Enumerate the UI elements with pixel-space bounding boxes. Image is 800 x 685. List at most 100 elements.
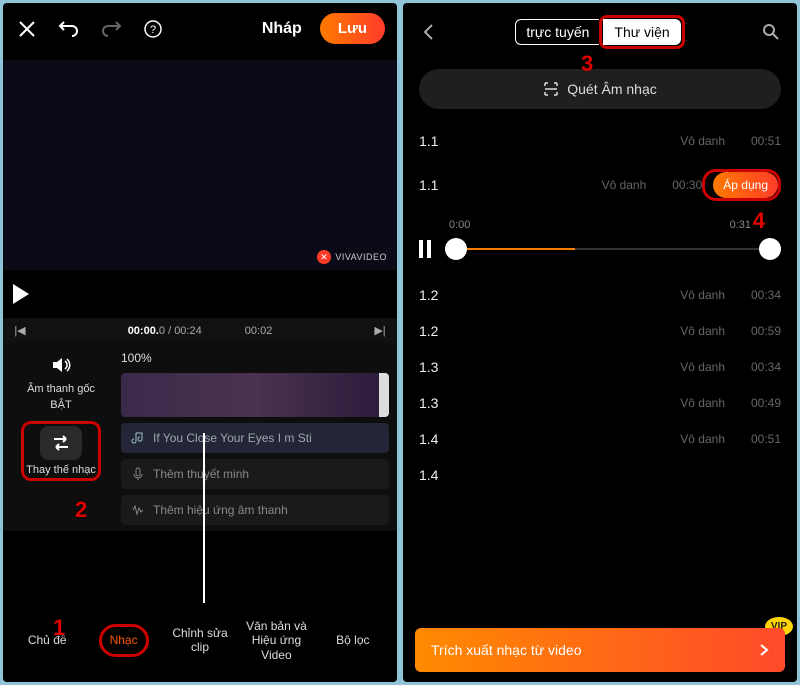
wave-icon [131,503,145,517]
song-row[interactable]: 1.4 Vô danh 00:51 [403,421,797,457]
annotation-1: 1 [53,615,65,641]
seg-online[interactable]: trực tuyến [515,19,599,45]
callout-1: Nhạc [99,624,149,656]
help-icon[interactable]: ? [141,17,165,41]
trim-handle-left[interactable] [445,238,467,260]
voiceover-label: Thêm thuyết minh [153,467,249,481]
music-note-icon [131,431,145,445]
song-row[interactable]: 1.2 Vô danh 00:59 [403,313,797,349]
song-name: 1.3 [419,395,479,411]
callout-2: Thay thế nhạc [21,421,101,481]
scan-music-button[interactable]: Quét Âm nhạc [419,69,781,109]
tab-filter[interactable]: Bộ lọc [315,627,391,653]
tab-clip[interactable]: Chỉnh sửa clip [162,620,238,661]
song-artist: Vô danh [680,396,725,410]
tab-music[interactable]: Nhạc [85,618,161,662]
original-audio-label: Âm thanh gốc [27,383,95,395]
annotation-3: 3 [581,51,593,77]
song-row[interactable]: 1.4 [403,457,797,493]
song-duration: 00:59 [737,324,781,338]
music-track[interactable]: If You Close Your Eyes I m Sti [121,423,389,453]
song-row[interactable]: 1.1 Vô danh 00:51 [403,123,797,159]
song-duration: 00:51 [737,432,781,446]
tracks-column: 100% If You Close Your Eyes I m Sti Thêm… [121,351,389,531]
chevron-right-icon [759,643,769,657]
speaker-icon [47,351,75,379]
back-icon[interactable] [417,20,441,44]
apply-button[interactable]: Áp dụng [713,172,778,198]
song-row[interactable]: 1.3 Vô danh 00:49 [403,385,797,421]
scan-icon [543,81,559,97]
play-row [3,270,397,318]
draft-label[interactable]: Nháp [262,20,302,38]
song-artist: Vô danh [680,288,725,302]
next-frame-icon[interactable]: ▶| [371,324,389,337]
audio-column: Âm thanh gốc BẬT Thay thế nhạc [11,351,111,531]
song-duration: 00:51 [737,134,781,148]
search-icon[interactable] [759,20,783,44]
song-artist: Vô danh [680,134,725,148]
seg-library[interactable]: Thư viện [603,19,680,45]
song-name: 1.4 [419,467,479,483]
inline-player: 0:00 0:31 [403,211,797,277]
song-row[interactable]: 1.2 Vô danh 00:34 [403,277,797,313]
editor-panel: Âm thanh gốc BẬT Thay thế nhạc 100% If Y… [3,341,397,531]
song-name: 1.4 [419,431,479,447]
replace-music-button[interactable]: Thay thế nhạc [26,426,96,476]
sfx-track[interactable]: Thêm hiệu ứng âm thanh [121,495,389,525]
watermark-close-icon[interactable]: ✕ [317,250,331,264]
song-duration: 00:34 [737,288,781,302]
song-row[interactable]: 1.3 Vô danh 00:34 [403,349,797,385]
song-row[interactable]: 1.1Vô danh00:30Áp dụng [403,159,797,211]
tab-theme[interactable]: Chủ đề [9,627,85,653]
undo-icon[interactable] [57,17,81,41]
time-display: 00:00.0 / 00:24 00:02 [29,325,371,337]
player-end: 0:31 [730,219,751,231]
library-topbar: trực tuyến Thư viện [403,3,797,61]
watermark-text: VIVAVIDEO [335,252,387,262]
song-duration: 00:49 [737,396,781,410]
scan-label: Quét Âm nhạc [567,81,657,97]
song-name: 1.2 [419,323,479,339]
song-artist: Vô danh [680,432,725,446]
play-icon[interactable] [13,284,29,304]
editor-screen: ? Nháp Lưu ✕ VIVAVIDEO |◀ 00:00.0 / 00:2… [3,3,397,682]
replace-music-label: Thay thế nhạc [26,464,96,476]
callout-3: Thư viện [599,15,684,49]
song-name: 1.3 [419,359,479,375]
song-name: 1.1 [419,177,479,193]
save-button[interactable]: Lưu [320,13,385,44]
annotation-2: 2 [75,497,87,523]
pause-icon[interactable] [419,240,431,258]
watermark[interactable]: ✕ VIVAVIDEO [317,250,387,264]
tab-text[interactable]: Văn bản và Hiệu ứng Video [238,613,314,668]
playhead[interactable] [203,433,205,603]
song-name: 1.1 [419,133,479,149]
callout-4: Áp dụng [702,169,781,201]
close-icon[interactable] [15,17,39,41]
video-preview[interactable]: ✕ VIVAVIDEO [3,60,397,270]
timeline-bar: |◀ 00:00.0 / 00:24 00:02 ▶| [3,318,397,341]
trim-slider[interactable] [445,237,781,261]
trim-handle-right[interactable] [759,238,781,260]
original-audio-state: BẬT [50,399,71,411]
extract-music-button[interactable]: Trích xuất nhạc từ video [415,628,785,672]
annotation-4: 4 [753,208,765,234]
song-artist: Vô danh [680,324,725,338]
prev-frame-icon[interactable]: |◀ [11,324,29,337]
sfx-label: Thêm hiệu ứng âm thanh [153,503,288,517]
mic-icon [131,467,145,481]
player-start: 0:00 [449,219,470,231]
video-clip-strip[interactable] [121,373,389,417]
source-segmented: trực tuyến Thư viện [515,15,684,49]
voiceover-track[interactable]: Thêm thuyết minh [121,459,389,489]
zoom-level: 100% [121,351,389,365]
redo-icon[interactable] [99,17,123,41]
song-artist: Vô danh [680,360,725,374]
music-library-screen: trực tuyến Thư viện 3 Quét Âm nhạc 1.1Vô… [403,3,797,682]
song-list: 1.1Vô danh00:511.1Vô danh00:30Áp dụng0:0… [403,123,797,493]
original-audio-toggle[interactable]: Âm thanh gốc BẬT [11,351,111,411]
topbar: ? Nháp Lưu [3,3,397,54]
song-name: 1.2 [419,287,479,303]
song-duration: 00:34 [737,360,781,374]
